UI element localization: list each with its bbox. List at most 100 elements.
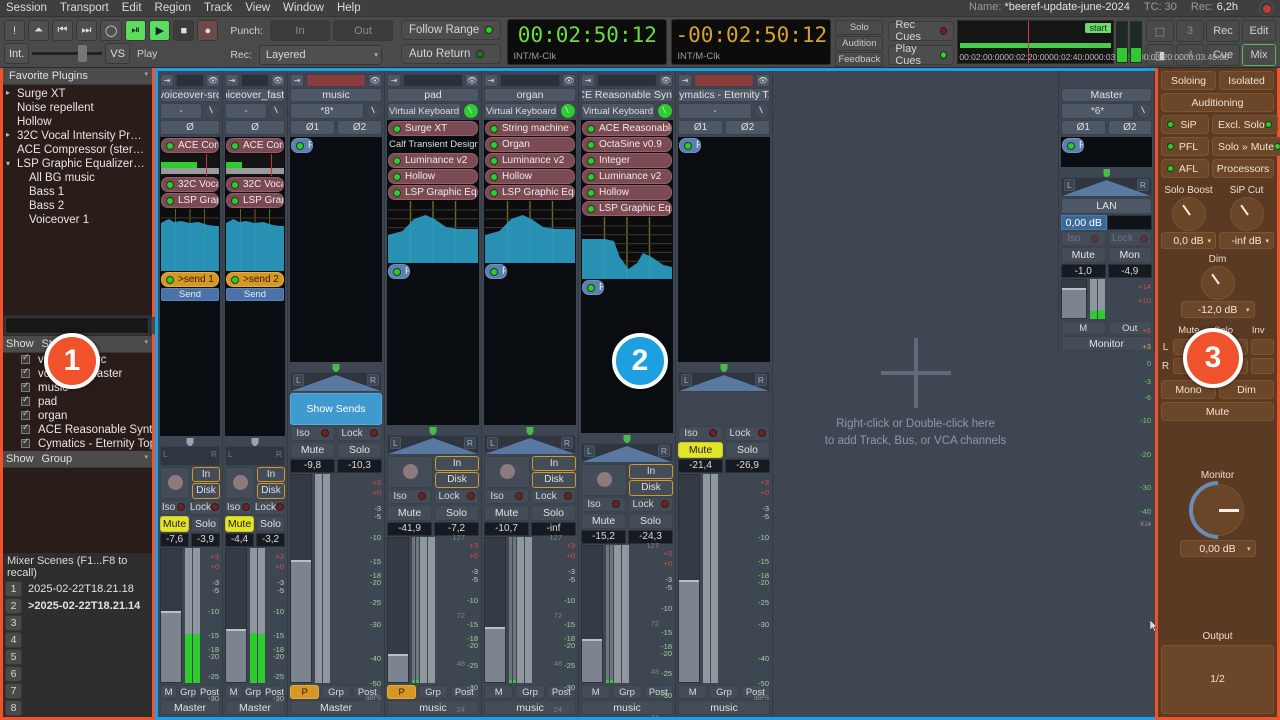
strip-input-button[interactable]: *8* — [290, 103, 364, 119]
output-button[interactable]: Master — [225, 700, 285, 715]
processor-enable-led-icon[interactable] — [1067, 141, 1075, 150]
processor-enable-led-icon[interactable] — [684, 141, 692, 150]
meter-position-button[interactable]: Post — [546, 685, 576, 699]
hide-strip-icon[interactable]: 👁 — [756, 73, 770, 87]
rec-mode-select[interactable]: Layered — [258, 45, 382, 65]
monitor-inv-l[interactable] — [1251, 339, 1274, 355]
record-arm-button[interactable] — [387, 455, 433, 488]
master-name-button[interactable]: Master — [1061, 88, 1152, 102]
trim-knob[interactable] — [204, 103, 220, 119]
monitor-input-button[interactable]: In — [629, 463, 673, 479]
gain-value-left[interactable]: -21,4 — [678, 458, 723, 473]
goto-end-icon[interactable]: ⏭ — [76, 20, 97, 41]
meter-position-button[interactable]: Post — [449, 685, 479, 699]
width-toggle-icon[interactable]: ⇥ — [678, 73, 692, 87]
processor-entry[interactable]: 32C Vocal Intensi — [226, 177, 284, 192]
favorite-plugin-item[interactable]: Bass 2 — [3, 199, 152, 213]
processor-fader[interactable]: Fader — [582, 280, 604, 295]
sip-cut-value[interactable]: -inf dB — [1219, 232, 1274, 249]
width-toggle-icon[interactable]: ⇥ — [225, 73, 239, 87]
processor-box[interactable]: ACE Compressor 32C Vocal Intensi LSP Graph… — [225, 137, 285, 436]
processor-fader[interactable]: Fader — [291, 138, 313, 153]
monitor-disk-button[interactable]: Disk — [629, 480, 673, 496]
width-toggle-icon[interactable]: ⇥ — [581, 73, 595, 87]
phase-invert-button[interactable]: Ø — [225, 120, 285, 135]
mute-button[interactable]: Mute — [160, 515, 189, 532]
output-button[interactable]: Master — [160, 700, 220, 715]
mixer-scene-number[interactable]: 3 — [5, 615, 22, 631]
output-button[interactable]: music — [581, 700, 673, 715]
width-toggle-icon[interactable]: ⇥ — [160, 73, 174, 87]
strip-visibility-checkbox[interactable] — [21, 437, 30, 448]
monitor-button[interactable]: Mon — [1107, 247, 1152, 263]
metering-point-button[interactable]: P — [387, 685, 417, 699]
phase-invert-button[interactable]: Ø — [160, 120, 220, 135]
meter-position-button[interactable]: Post — [198, 685, 220, 699]
hide-strip-icon[interactable]: 👁 — [368, 73, 382, 87]
strip-visibility-checkbox[interactable] — [21, 353, 30, 364]
strip-visibility-row[interactable]: organ — [3, 409, 152, 423]
processor-enable-led-icon[interactable] — [166, 180, 174, 189]
pan-control[interactable]: LR — [387, 426, 479, 455]
monitor-disk-button[interactable]: Disk — [192, 483, 220, 499]
favorite-plugin-item[interactable]: 32C Vocal Intensity Processor — [3, 129, 152, 143]
width-toggle-icon[interactable]: ⇥ — [484, 73, 498, 87]
solo-isolate-button[interactable]: Iso — [678, 425, 723, 441]
processor-entry[interactable]: Hollow — [388, 169, 478, 184]
solo-lock-button[interactable]: Lock — [628, 496, 673, 512]
solo-lock-button[interactable]: Lock — [434, 488, 479, 504]
hide-strip-icon[interactable]: 👁 — [206, 73, 220, 87]
clock-source-button[interactable]: Int. — [4, 43, 30, 64]
strip-input-button[interactable]: Virtual Keyboard — [484, 103, 558, 119]
processor-enable-led-icon[interactable] — [166, 196, 174, 205]
processor-entry[interactable]: >send 2 — [226, 272, 284, 287]
processor-enable-led-icon[interactable] — [166, 141, 174, 150]
strip-name-button[interactable]: Cymatics - Eternity T... — [678, 88, 770, 102]
gain-fader[interactable] — [484, 536, 506, 683]
master-monitor-button[interactable]: Monitor — [1061, 336, 1152, 351]
group-button[interactable]: Grp — [244, 685, 262, 699]
mixer-scene-row[interactable]: 3 — [3, 615, 152, 632]
output-button[interactable]: music — [387, 700, 479, 715]
processor-enable-led-icon[interactable] — [587, 124, 595, 133]
solo-lock-button[interactable]: Lock — [253, 499, 285, 515]
pan-control[interactable]: LR — [678, 363, 770, 392]
gain-fader[interactable] — [1061, 279, 1087, 319]
strip-name-button[interactable]: voiceover_faster — [225, 88, 285, 102]
processor-fader[interactable]: Fader — [679, 138, 701, 153]
processor-entry[interactable]: Organ — [485, 137, 575, 152]
group-list[interactable] — [3, 467, 152, 553]
processor-entry[interactable]: LSP Graphic Equa — [161, 193, 219, 208]
add-track-hint-area[interactable]: Right-click or Double-click here to add … — [773, 71, 1058, 717]
hide-strip-icon[interactable]: 👁 — [465, 73, 479, 87]
midi-input-knob[interactable] — [560, 103, 576, 119]
processor-box[interactable]: String machine Organ Luminance v2 Hollow LSP… — [484, 120, 576, 425]
eq-curve-display[interactable] — [161, 209, 219, 271]
metronome-icon[interactable]: ⏶ — [28, 20, 49, 41]
processor-enable-led-icon[interactable] — [587, 156, 595, 165]
mute-button[interactable]: Mute — [290, 441, 335, 458]
mixer-scene-number[interactable]: 1 — [5, 581, 22, 597]
hide-strip-icon[interactable]: 👁 — [562, 73, 576, 87]
processor-enable-led-icon[interactable] — [490, 140, 498, 149]
peak-value-right[interactable]: -26,9 — [725, 458, 770, 473]
solo-lock-button[interactable]: Lock — [337, 425, 382, 441]
metering-point-button[interactable]: M — [160, 685, 178, 699]
mixer-scene-row[interactable]: 8 — [3, 700, 152, 717]
strip-name-button[interactable]: pad — [387, 88, 479, 102]
gain-fader[interactable] — [387, 536, 409, 683]
processor-enable-led-icon[interactable] — [587, 140, 595, 149]
peak-value-right[interactable]: -4,9 — [1107, 264, 1152, 278]
goto-start-icon[interactable]: ⏮ — [52, 20, 73, 41]
processor-box[interactable]: Surge XT Calf Transient Designer (LV2) Lum… — [387, 120, 479, 425]
processor-enable-led-icon[interactable] — [490, 267, 498, 276]
strip-color-bar[interactable] — [403, 73, 463, 87]
favorite-plugin-item[interactable]: Hollow — [3, 115, 152, 129]
group-button[interactable]: Grp — [321, 685, 351, 699]
master-processor-box[interactable]: Fader — [1061, 137, 1152, 167]
width-toggle-icon[interactable]: ⇥ — [290, 73, 304, 87]
processor-fader[interactable]: Fader — [1062, 138, 1084, 153]
strip-input-button[interactable]: - — [160, 103, 202, 119]
solo-button[interactable]: Solo — [191, 515, 220, 532]
monitor-level-knob[interactable] — [1176, 468, 1259, 552]
